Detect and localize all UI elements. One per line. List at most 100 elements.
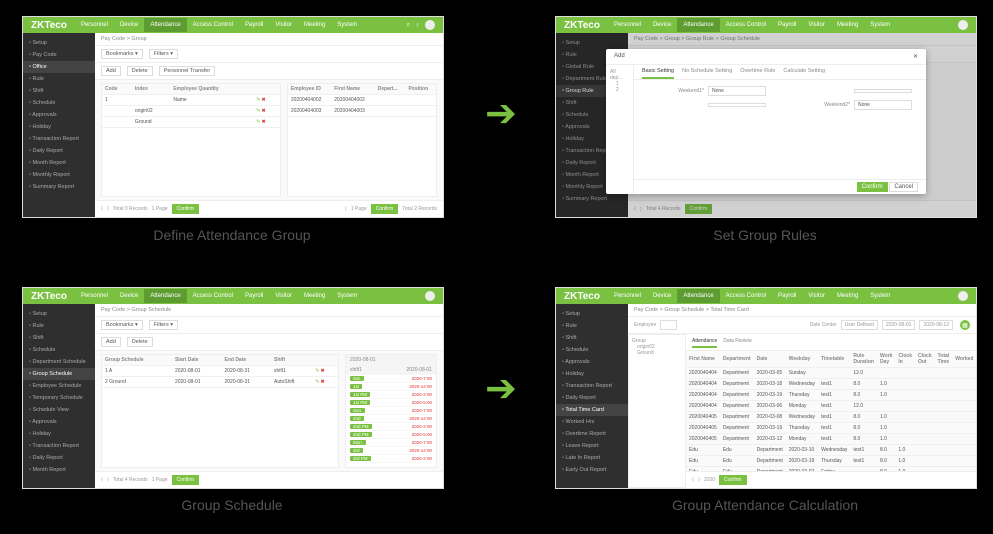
sidebar-item-daily-report[interactable]: ▫ Daily Report — [23, 452, 95, 464]
nav-device[interactable]: Device — [114, 289, 144, 303]
bookmarks-button[interactable]: Bookmarks ▾ — [101, 49, 143, 59]
table-row[interactable]: 2020040400320200404003 — [288, 106, 436, 117]
tab-data-review[interactable]: Data Review — [723, 336, 751, 348]
nav-system[interactable]: System — [864, 18, 896, 32]
datecenter-select[interactable]: User Defined — [841, 320, 878, 330]
sidebar-item-daily-report[interactable]: ▫ Daily Report — [556, 392, 628, 404]
sidebar-item-office[interactable]: ▫ Office — [23, 61, 95, 73]
nav-device[interactable]: Device — [114, 18, 144, 32]
delete-icon[interactable]: ✖ — [320, 368, 324, 374]
delete-icon[interactable]: ✖ — [261, 108, 265, 114]
sidebar-item-worked-hrs[interactable]: ▫ Worked Hrs — [556, 416, 628, 428]
schedule-slot[interactable]: Sat.2020-7:00 — [346, 375, 436, 383]
sidebar-item-group-schedule[interactable]: ▫ Group Schedule — [23, 368, 95, 380]
nav-meeting[interactable]: Meeting — [831, 18, 864, 32]
schedule-slot[interactable]: 3rd PM2020-2:00 — [346, 455, 436, 463]
date-from-input[interactable]: 2020-08-01 — [882, 320, 916, 330]
sidebar-item-rule[interactable]: ▫ Rule — [556, 320, 628, 332]
nav-payroll[interactable]: Payroll — [772, 289, 802, 303]
table-row[interactable]: 1Name ✎✖ — [102, 95, 280, 106]
sidebar-item-setup[interactable]: ▫ Setup — [556, 308, 628, 320]
sidebar-item-schedule[interactable]: ▫ Schedule — [23, 344, 95, 356]
sidebar-item-rule[interactable]: ▫ Rule — [23, 320, 95, 332]
nav-access-control[interactable]: Access Control — [720, 289, 772, 303]
table-row[interactable]: 2 Ground2020-08-012020-08-31AutoShift ✎✖ — [102, 377, 338, 388]
weekend2-select[interactable] — [854, 89, 912, 93]
sidebar-item-schedule-view[interactable]: ▫ Schedule View — [23, 404, 95, 416]
table-row[interactable]: 2020040400220200404002 — [288, 95, 436, 106]
tab-basic[interactable]: Basic Setting — [642, 65, 674, 79]
schedule-slot[interactable]: Mon.2020-7:00 — [346, 439, 436, 447]
sidebar-item-summary-report[interactable]: ▫ Summary Report — [23, 181, 95, 193]
delete-button[interactable]: Delete — [127, 66, 153, 76]
nav-personnel[interactable]: Personnel — [75, 18, 114, 32]
sidebar-item-late-in-report[interactable]: ▫ Late In Report — [556, 452, 628, 464]
schedule-slot[interactable]: 1st PM2020-5:00 — [346, 399, 436, 407]
table-row[interactable]: EduEduDepartment2020-03-10Wednesdaytest1… — [686, 445, 976, 456]
table-row[interactable]: 2020040405Department2020-03-08Wednesdayt… — [686, 412, 976, 423]
dup-punch-input[interactable]: None — [854, 100, 912, 110]
schedule-slot[interactable]: Sun.2020-7:00 — [346, 407, 436, 415]
nav-visitor[interactable]: Visitor — [802, 289, 831, 303]
sidebar-item-schedule[interactable]: ▫ Schedule — [23, 97, 95, 109]
sidebar-item-total-time-card[interactable]: ▫ Total Time Card — [556, 404, 628, 416]
sidebar-item-temporary-schedule[interactable]: ▫ Temporary Schedule — [23, 392, 95, 404]
edit-icon[interactable]: ✎ — [315, 368, 319, 374]
delete-icon[interactable]: ✖ — [320, 379, 324, 385]
table-row[interactable]: 2020040404Department2020-03-19Thursdayte… — [686, 390, 976, 401]
nav-system[interactable]: System — [864, 289, 896, 303]
sidebar-item-shift[interactable]: ▫ Shift — [23, 332, 95, 344]
schedule-slot[interactable]: 1st PM2020-2:00 — [346, 391, 436, 399]
schedule-slot[interactable]: 1st2020-12:00 — [346, 383, 436, 391]
sidebar-item-holiday[interactable]: ▫ Holiday — [23, 121, 95, 133]
table-row[interactable]: 2020040404Department2020-03-05Sunday12.0 — [686, 368, 976, 379]
sidebar-item-overtime-report[interactable]: ▫ Overtime Report — [556, 428, 628, 440]
sidebar-item-shift[interactable]: ▫ Shift — [556, 332, 628, 344]
nav-meeting[interactable]: Meeting — [831, 289, 864, 303]
nav-attendance[interactable]: Attendance — [144, 289, 186, 303]
filters-button[interactable]: Filters ▾ — [149, 49, 178, 59]
nav-access-control[interactable]: Access Control — [720, 18, 772, 32]
add-button[interactable]: Add — [101, 337, 121, 347]
start-of-week-select[interactable] — [708, 103, 766, 107]
schedule-slot[interactable]: 3rd2020-12:00 — [346, 447, 436, 455]
sidebar-item-approvals[interactable]: ▫ Approvals — [556, 356, 628, 368]
table-row[interactable]: 1 A2020-08-012020-08-31shift1 ✎✖ — [102, 366, 338, 377]
avatar[interactable] — [425, 20, 435, 30]
nav-visitor[interactable]: Visitor — [802, 18, 831, 32]
sidebar-item-approvals[interactable]: ▫ Approvals — [23, 109, 95, 121]
tab-calculate[interactable]: Calculate Setting — [783, 65, 825, 79]
edit-icon[interactable]: ✎ — [256, 108, 260, 114]
calculate-button[interactable]: ▦ — [960, 320, 970, 330]
sidebar-item-setup[interactable]: ▫ Setup — [23, 37, 95, 49]
sidebar-item-schedule[interactable]: ▫ Schedule — [556, 344, 628, 356]
nav-visitor[interactable]: Visitor — [269, 18, 298, 32]
sidebar-item-daily-report[interactable]: ▫ Daily Report — [23, 145, 95, 157]
schedule-slot[interactable]: 2nd PM2020-2:00 — [346, 423, 436, 431]
edit-icon[interactable]: ✎ — [256, 97, 260, 103]
sidebar-item-month-report[interactable]: ▫ Month Report — [23, 157, 95, 169]
sidebar-item-holiday[interactable]: ▫ Holiday — [556, 368, 628, 380]
nav-personnel[interactable]: Personnel — [75, 289, 114, 303]
tab-attendance[interactable]: Attendance — [692, 336, 717, 348]
delete-icon[interactable]: ✖ — [261, 119, 265, 125]
sidebar-item-holiday[interactable]: ▫ Holiday — [23, 428, 95, 440]
sidebar-item-transaction-report[interactable]: ▫ Transaction Report — [23, 440, 95, 452]
nav-meeting[interactable]: Meeting — [298, 18, 331, 32]
delete-icon[interactable]: ✖ — [261, 97, 265, 103]
sidebar-item-month-report[interactable]: ▫ Month Report — [23, 464, 95, 476]
nav-access-control[interactable]: Access Control — [187, 18, 239, 32]
table-row[interactable]: Ground ✎✖ — [102, 117, 280, 128]
employee-input[interactable] — [660, 320, 676, 330]
schedule-slot[interactable]: 2nd2020-12:00 — [346, 415, 436, 423]
sidebar-item-employee-schedule[interactable]: ▫ Employee Schedule — [23, 380, 95, 392]
tab-noschedule[interactable]: No Schedule Setting — [682, 65, 732, 79]
search-icon[interactable]: ⌕ — [407, 22, 410, 29]
bell-icon[interactable]: ♪ — [416, 22, 419, 28]
edit-icon[interactable]: ✎ — [315, 379, 319, 385]
table-row[interactable]: 2020040405Department2020-03-12Mondaytest… — [686, 434, 976, 445]
sidebar-item-transaction-report[interactable]: ▫ Transaction Report — [23, 133, 95, 145]
nav-payroll[interactable]: Payroll — [239, 18, 269, 32]
nav-attendance[interactable]: Attendance — [144, 18, 186, 32]
nav-access-control[interactable]: Access Control — [187, 289, 239, 303]
